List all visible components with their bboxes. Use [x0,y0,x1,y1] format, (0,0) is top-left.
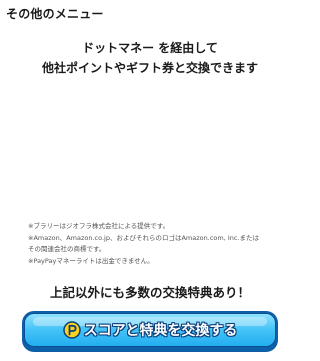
exchange-score-button-label[interactable]: スコアと特典を交換する [84,320,238,340]
note-line: ※PayPayマネーライトは出金できません。 [28,256,154,265]
note-line: ※ブラリーはジオフラ株式会社による提供です。 [28,222,170,230]
note-line: ※Amazon、Amazon.co.jp、およびそれらのロゴはAmazon.co… [28,233,260,242]
coin-p-icon [62,321,81,339]
intro-line-2: 他社ポイントやギフト券と交換できます [41,61,258,75]
promo-text: 上記以外にも多数の交換特典あり！ [49,285,250,300]
intro-line-1: ドットマネー を経由して [82,41,218,55]
note-line: その関連会社の商標です。 [28,245,106,253]
exchange-score-button[interactable]: スコアと特典を交換する [22,311,278,352]
section-title: その他のメニュー [6,7,104,21]
disclaimer-notes: ※ブラリーはジオフラ株式会社による提供です。 ※Amazon、Amazon.co… [28,221,290,267]
intro-text: ドットマネー を経由して 他社ポイントやギフト券と交換できます [0,38,300,78]
exchange-score-button-face[interactable]: スコアと特典を交換する [24,313,276,347]
